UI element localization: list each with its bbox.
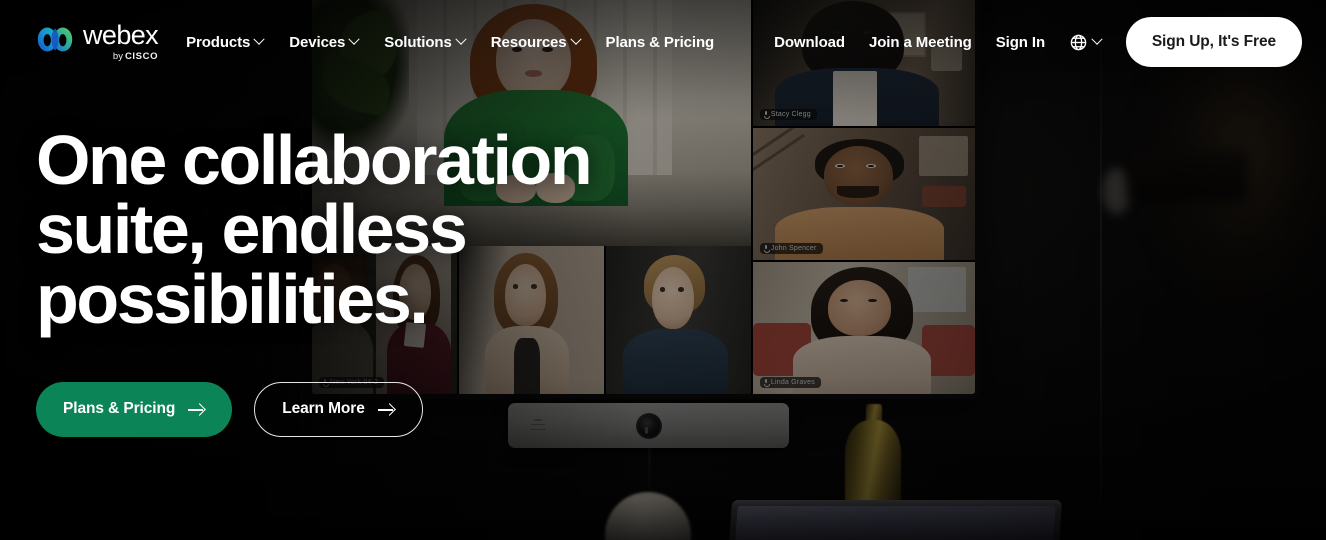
button-label: Learn More xyxy=(282,400,365,418)
arrow-right-icon xyxy=(188,404,205,415)
chevron-down-icon xyxy=(253,33,265,45)
hero-button-row: Plans & Pricing Learn More xyxy=(36,381,726,437)
webex-homepage-hero: New York 04-2 xyxy=(0,0,1326,540)
nav-item-resources[interactable]: Resources xyxy=(490,33,582,51)
nav-label: Products xyxy=(186,33,251,51)
learn-more-button[interactable]: Learn More xyxy=(254,381,423,437)
chevron-down-icon xyxy=(455,33,467,45)
hero-headline: One collaboration suite, endless possibi… xyxy=(36,121,593,338)
by-prefix: by xyxy=(112,50,123,62)
button-label: Plans & Pricing xyxy=(63,400,176,418)
primary-nav-items: Products Devices Solutions Resources Pla… xyxy=(186,34,714,51)
brand-wordmark: webex xyxy=(83,20,159,51)
webex-logo-icon xyxy=(36,26,74,53)
chevron-down-icon xyxy=(348,33,360,45)
nav-item-download[interactable]: Download xyxy=(774,34,845,51)
nav-label: Devices xyxy=(289,33,346,51)
nav-label: Plans & Pricing xyxy=(605,33,715,51)
nav-item-solutions[interactable]: Solutions xyxy=(384,33,467,51)
nav-label: Download xyxy=(774,33,845,51)
chevron-down-icon xyxy=(1091,33,1103,45)
secondary-nav-items: Download Join a Meeting Sign In xyxy=(774,33,1103,52)
plans-pricing-button[interactable]: Plans & Pricing xyxy=(36,381,233,437)
hero-content: One collaboration suite, endless possibi… xyxy=(36,121,726,437)
cisco-label: CISCO xyxy=(124,50,159,62)
globe-icon xyxy=(1069,33,1088,52)
nav-label: Resources xyxy=(490,33,567,51)
nav-item-join-a-meeting[interactable]: Join a Meeting xyxy=(869,34,972,51)
main-navigation: webex by CISCO Products Devices Solutions… xyxy=(0,0,1326,84)
nav-item-sign-in[interactable]: Sign In xyxy=(996,34,1045,51)
nav-label: Sign In xyxy=(995,33,1046,51)
arrow-right-icon xyxy=(377,404,395,415)
brand-by-cisco: by CISCO xyxy=(113,51,158,62)
language-selector[interactable] xyxy=(1069,33,1103,52)
nav-item-devices[interactable]: Devices xyxy=(289,33,360,51)
webex-logo-link[interactable]: webex by CISCO xyxy=(36,20,159,62)
sign-up-button[interactable]: Sign Up, It's Free xyxy=(1125,17,1302,67)
nav-item-products[interactable]: Products xyxy=(186,33,265,51)
nav-label: Solutions xyxy=(384,33,452,51)
nav-label: Join a Meeting xyxy=(868,33,972,51)
chevron-down-icon xyxy=(569,33,582,45)
nav-item-plans-pricing[interactable]: Plans & Pricing xyxy=(606,34,715,51)
